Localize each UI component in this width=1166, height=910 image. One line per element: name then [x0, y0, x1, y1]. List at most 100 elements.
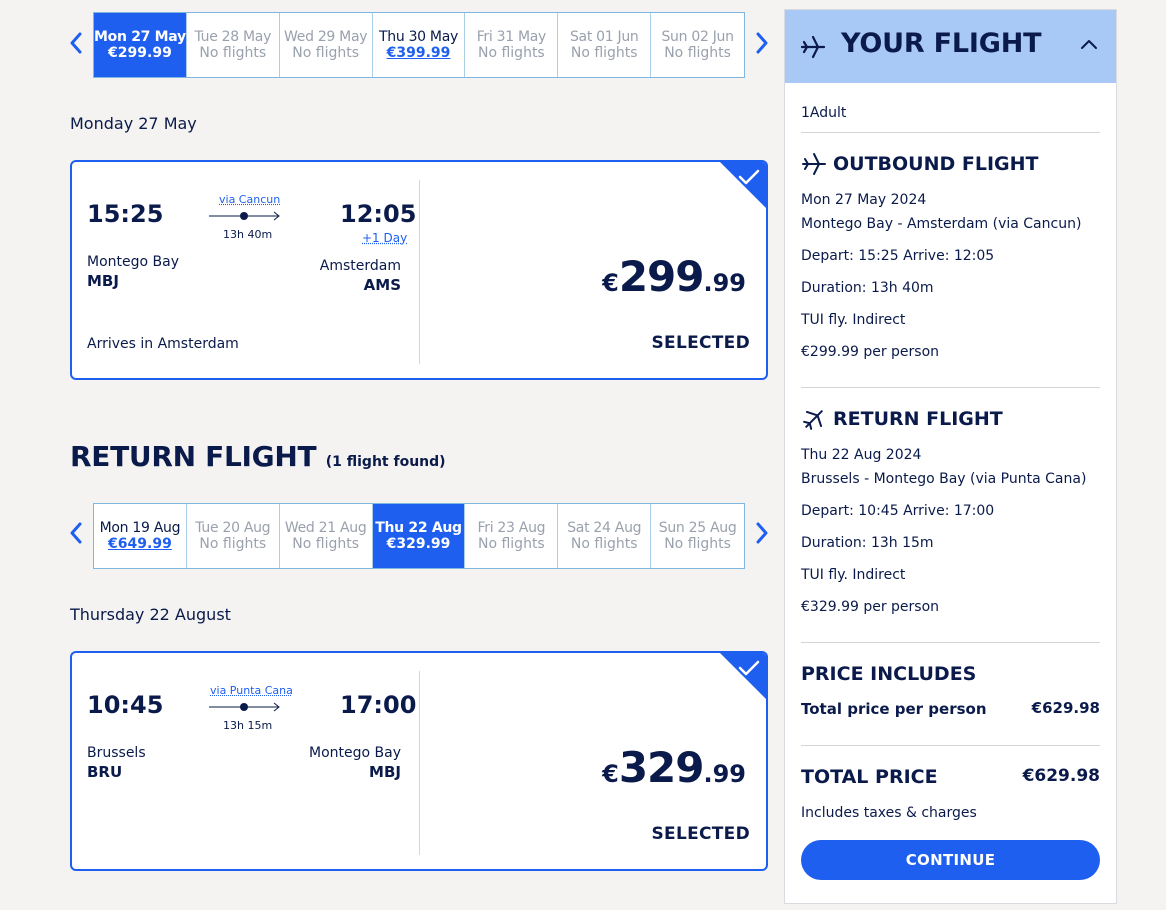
return-prev-arrow[interactable]	[66, 518, 86, 548]
return-date-6[interactable]: Sun 25 Aug No flights	[651, 504, 744, 568]
outbound-summary-carrier: TUI fly. Indirect	[801, 312, 906, 328]
chevron-up-icon[interactable]	[1080, 38, 1098, 50]
dest-city: Amsterdam	[319, 258, 401, 274]
depart-time: 15:25	[87, 200, 164, 228]
outbound-summary-date: Mon 27 May 2024	[801, 192, 927, 208]
date-label: Sat 24 Aug	[567, 520, 642, 536]
duration: 13h 15m	[223, 719, 273, 732]
return-date-1[interactable]: Tue 20 Aug No flights	[187, 504, 280, 568]
date-price: No flights	[664, 536, 731, 552]
date-label: Sun 25 Aug	[658, 520, 737, 536]
return-summary-heading: RETURN FLIGHT	[833, 408, 1003, 430]
return-next-arrow[interactable]	[752, 518, 772, 548]
flight-count: (1 flight found)	[325, 454, 446, 470]
card-divider	[419, 180, 420, 364]
card-divider	[419, 671, 420, 855]
outbound-summary-route: Montego Bay - Amsterdam (via Cancun)	[801, 216, 1082, 232]
outbound-date-3[interactable]: Thu 30 May €399.99	[373, 13, 466, 77]
price-cents: .99	[703, 760, 746, 788]
outbound-date-strip: Mon 27 May €299.99 Tue 28 May No flights W…	[93, 12, 745, 78]
return-date-heading: Thursday 22 August	[70, 605, 231, 624]
chevron-left-icon	[70, 32, 82, 54]
outbound-date-2[interactable]: Wed 29 May No flights	[280, 13, 373, 77]
outbound-date-heading: Monday 27 May	[70, 114, 197, 133]
outbound-date-0[interactable]: Mon 27 May €299.99	[94, 13, 187, 77]
outbound-next-arrow[interactable]	[752, 28, 772, 58]
return-date-5[interactable]: Sat 24 Aug No flights	[558, 504, 652, 568]
summary-header[interactable]: YOUR FLIGHT	[785, 10, 1116, 83]
continue-button[interactable]: CONTINUE	[801, 840, 1100, 880]
divider	[801, 132, 1100, 133]
outbound-date-4[interactable]: Fri 31 May No flights	[465, 13, 559, 77]
chevron-left-icon	[70, 522, 82, 544]
outbound-prev-arrow[interactable]	[66, 28, 86, 58]
date-price: No flights	[199, 45, 267, 61]
outbound-flight-card[interactable]: 15:25 via Cancun 13h 40m 12:05 +1 Day Mo…	[70, 160, 768, 380]
return-summary-price: €329.99 per person	[801, 599, 940, 615]
outbound-date-5[interactable]: Sat 01 Jun No flights	[558, 13, 652, 77]
origin-city: Montego Bay	[87, 254, 179, 270]
arrival-note: Arrives in Amsterdam	[87, 336, 239, 352]
price-currency: €	[602, 760, 619, 788]
via-stop[interactable]: via Cancun	[219, 193, 280, 206]
outbound-date-1[interactable]: Tue 28 May No flights	[187, 13, 280, 77]
date-label: Mon 27 May	[94, 29, 186, 45]
date-label: Wed 29 May	[284, 29, 368, 45]
route-line-icon	[209, 702, 280, 712]
return-date-2[interactable]: Wed 21 Aug No flights	[280, 504, 373, 568]
return-date-4[interactable]: Fri 23 Aug No flights	[465, 504, 559, 568]
plus-day-badge[interactable]: +1 Day	[362, 231, 407, 245]
arrive-time: 12:05	[340, 200, 417, 228]
selected-check-icon	[720, 653, 766, 699]
selected-check-icon	[720, 162, 766, 208]
depart-time: 10:45	[87, 691, 164, 719]
price-whole: 299	[618, 252, 705, 301]
return-summary-route: Brussels - Montego Bay (via Punta Cana)	[801, 471, 1087, 487]
selected-label: SELECTED	[651, 333, 750, 353]
price-currency: €	[602, 269, 619, 297]
date-price: No flights	[664, 45, 731, 61]
return-summary-carrier: TUI fly. Indirect	[801, 567, 906, 583]
chevron-right-icon	[756, 32, 768, 54]
return-plane-icon	[803, 410, 823, 430]
outbound-plane-icon	[802, 153, 826, 175]
date-label: Wed 21 Aug	[284, 520, 367, 536]
return-summary-date: Thu 22 Aug 2024	[801, 447, 922, 463]
dest-city: Montego Bay	[309, 745, 401, 761]
return-date-strip: Mon 19 Aug €649.99 Tue 20 Aug No flights W…	[93, 503, 745, 569]
per-person-value: €629.98	[1031, 699, 1100, 717]
return-section-title: RETURN FLIGHT (1 flight found)	[70, 440, 446, 473]
origin-city: Brussels	[87, 745, 146, 761]
price-whole: 329	[618, 743, 705, 792]
outbound-date-6[interactable]: Sun 02 Jun No flights	[651, 13, 744, 77]
dest-code: MBJ	[369, 763, 401, 781]
date-price: No flights	[477, 536, 545, 552]
return-date-3[interactable]: Thu 22 Aug €329.99	[372, 504, 466, 568]
via-stop[interactable]: via Punta Cana	[210, 684, 293, 697]
taxes-note: Includes taxes & charges	[801, 805, 977, 821]
return-flight-card[interactable]: 10:45 via Punta Cana 13h 15m 17:00 Bruss…	[70, 651, 768, 871]
date-label: Sun 02 Jun	[661, 29, 734, 45]
date-price: No flights	[292, 45, 360, 61]
date-price: No flights	[570, 536, 638, 552]
date-label: Fri 23 Aug	[477, 520, 546, 536]
flight-price: €299.99	[602, 252, 746, 301]
arrive-time: 17:00	[340, 691, 417, 719]
selected-label: SELECTED	[651, 824, 750, 844]
return-date-0[interactable]: Mon 19 Aug €649.99	[94, 504, 187, 568]
return-summary-duration: Duration: 13h 15m	[801, 535, 934, 551]
total-price-label: TOTAL PRICE	[801, 766, 938, 788]
passenger-count: 1Adult	[801, 105, 847, 121]
outbound-summary-duration: Duration: 13h 40m	[801, 280, 934, 296]
outbound-summary-times: Depart: 15:25 Arrive: 12:05	[801, 248, 995, 264]
date-label: Tue 20 Aug	[195, 520, 271, 536]
outbound-summary-heading: OUTBOUND FLIGHT	[833, 153, 1039, 175]
total-price-value: €629.98	[1022, 766, 1100, 786]
date-label: Tue 28 May	[194, 29, 272, 45]
duration: 13h 40m	[223, 228, 273, 241]
date-label: Fri 31 May	[476, 29, 547, 45]
flight-summary-panel: YOUR FLIGHT 1Adult OUTBOUND FLIGHT Mon 2…	[784, 9, 1117, 904]
return-summary-times: Depart: 10:45 Arrive: 17:00	[801, 503, 995, 519]
return-title: RETURN FLIGHT	[70, 440, 317, 473]
date-price: €299.99	[108, 45, 172, 61]
